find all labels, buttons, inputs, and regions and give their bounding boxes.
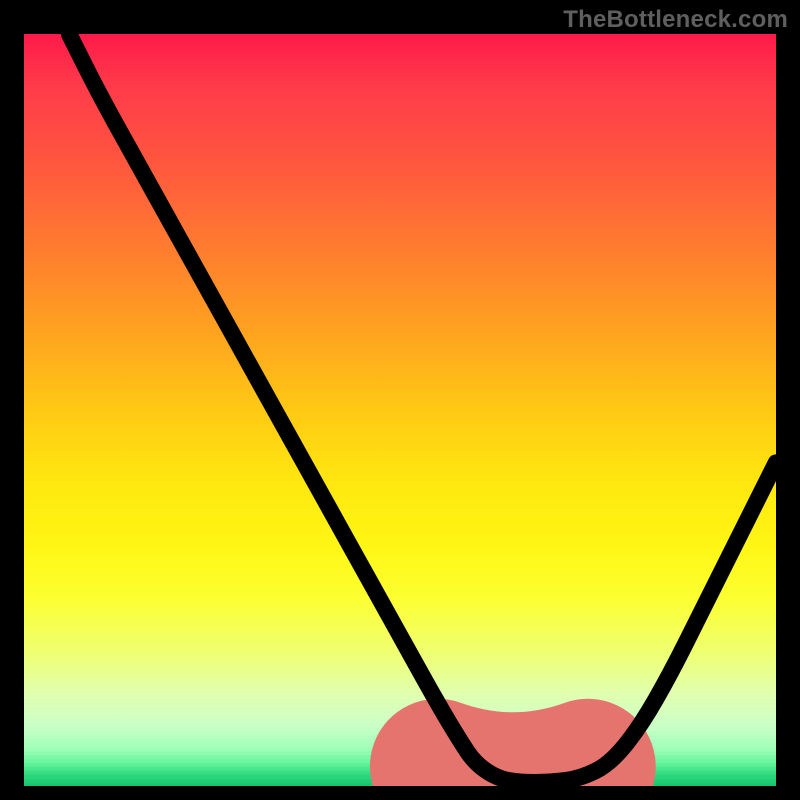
curve-line — [69, 34, 776, 782]
chart-area — [24, 34, 776, 786]
curve-svg — [24, 34, 776, 786]
min-dot-left — [428, 755, 448, 775]
watermark-text: TheBottleneck.com — [563, 6, 788, 34]
